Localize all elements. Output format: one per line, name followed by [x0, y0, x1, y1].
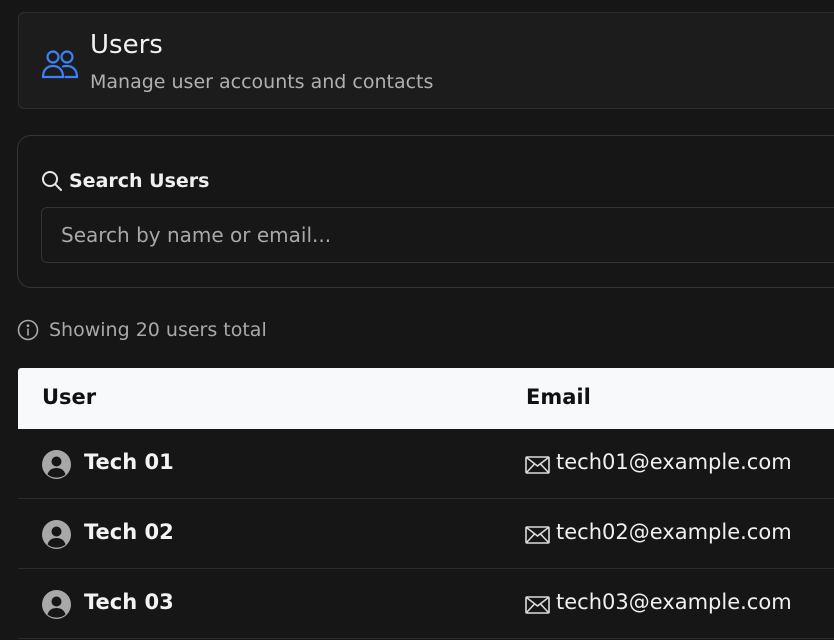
user-email[interactable]: tech02@example.com	[556, 520, 792, 544]
mail-icon	[525, 595, 550, 615]
user-email[interactable]: tech01@example.com	[556, 450, 792, 474]
search-icon	[40, 169, 64, 193]
results-count-text: Showing 20 users total	[49, 319, 267, 341]
page-title: Users	[90, 30, 163, 60]
table-row[interactable]: Tech 01 tech01@example.com	[18, 429, 834, 499]
page-subtitle: Manage user accounts and contacts	[90, 71, 434, 93]
results-info: Showing 20 users total	[17, 316, 267, 344]
user-name: Tech 01	[84, 450, 174, 474]
user-name: Tech 03	[84, 590, 174, 614]
info-icon	[17, 319, 39, 341]
user-avatar-icon	[41, 519, 72, 550]
table-row[interactable]: Tech 03 tech03@example.com	[18, 569, 834, 639]
user-avatar-icon	[41, 589, 72, 620]
search-heading-label: Search Users	[69, 170, 210, 192]
user-name: Tech 02	[84, 520, 174, 544]
search-input[interactable]	[41, 207, 834, 263]
table-row[interactable]: Tech 02 tech02@example.com	[18, 499, 834, 569]
user-avatar-icon	[41, 449, 72, 480]
users-icon	[41, 49, 79, 79]
search-heading: Search Users	[40, 168, 209, 194]
table-header: User Email	[18, 368, 834, 429]
page-header: Users Manage user accounts and contacts	[18, 12, 834, 109]
user-email[interactable]: tech03@example.com	[556, 590, 792, 614]
column-header-user[interactable]: User	[42, 385, 96, 409]
mail-icon	[525, 455, 550, 475]
column-header-email[interactable]: Email	[526, 385, 591, 409]
users-page: Users Manage user accounts and contacts …	[0, 0, 834, 640]
search-panel: Search Users	[17, 135, 834, 288]
mail-icon	[525, 525, 550, 545]
users-table: User Email Tech 01 tech01@example.com Te…	[18, 368, 834, 640]
